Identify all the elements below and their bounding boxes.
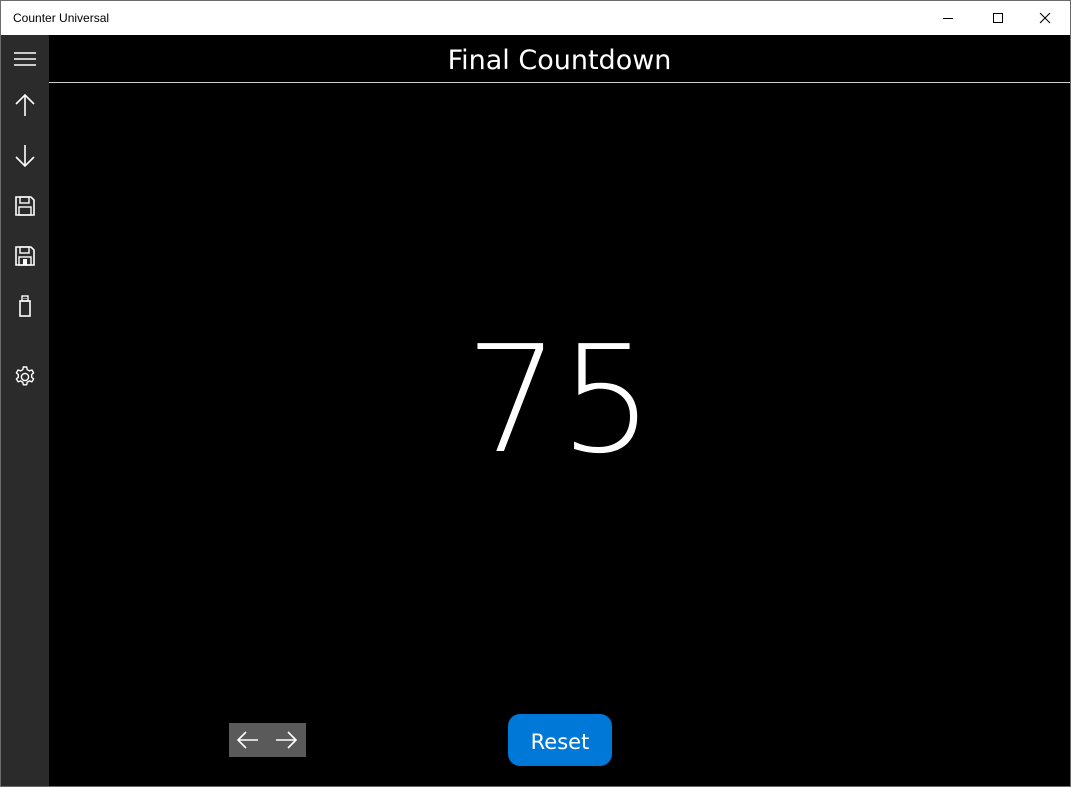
close-icon [1039, 12, 1051, 24]
counter-value: 75 [465, 314, 654, 486]
menu-button[interactable] [1, 35, 49, 83]
arrow-left-icon [236, 731, 258, 749]
save-button[interactable] [1, 182, 49, 230]
header-divider [49, 82, 1070, 83]
decrement-button[interactable] [1, 132, 49, 180]
arrow-up-icon [15, 93, 35, 116]
reset-button[interactable]: Reset [508, 714, 612, 766]
next-counter-button[interactable] [267, 723, 305, 757]
window-title: Counter Universal [13, 11, 110, 25]
main-content: Final Countdown 75 Reset [49, 35, 1070, 786]
increment-button[interactable] [1, 81, 49, 129]
hamburger-menu-icon [14, 52, 36, 66]
previous-counter-button[interactable] [229, 723, 267, 757]
close-button[interactable] [1022, 1, 1068, 35]
sidebar [1, 35, 49, 786]
save-as-button[interactable] [1, 232, 49, 280]
save-as-icon [15, 246, 35, 266]
save-icon [15, 196, 35, 216]
arrow-right-icon [276, 731, 298, 749]
counter-name-title: Final Countdown [447, 45, 672, 76]
settings-button[interactable] [1, 353, 49, 401]
minimize-button[interactable] [925, 1, 971, 35]
minimize-icon [943, 18, 953, 19]
app-window: Counter Universal Final Countdown 75 Res… [0, 0, 1071, 787]
maximize-button[interactable] [975, 1, 1021, 35]
title-bar: Counter Universal [1, 1, 1070, 35]
gear-icon [15, 366, 35, 386]
maximize-icon [993, 13, 1003, 23]
usb-drive-button[interactable] [1, 282, 49, 330]
counter-navigation [229, 723, 306, 757]
arrow-down-icon [15, 145, 35, 168]
usb-drive-icon [19, 295, 31, 317]
